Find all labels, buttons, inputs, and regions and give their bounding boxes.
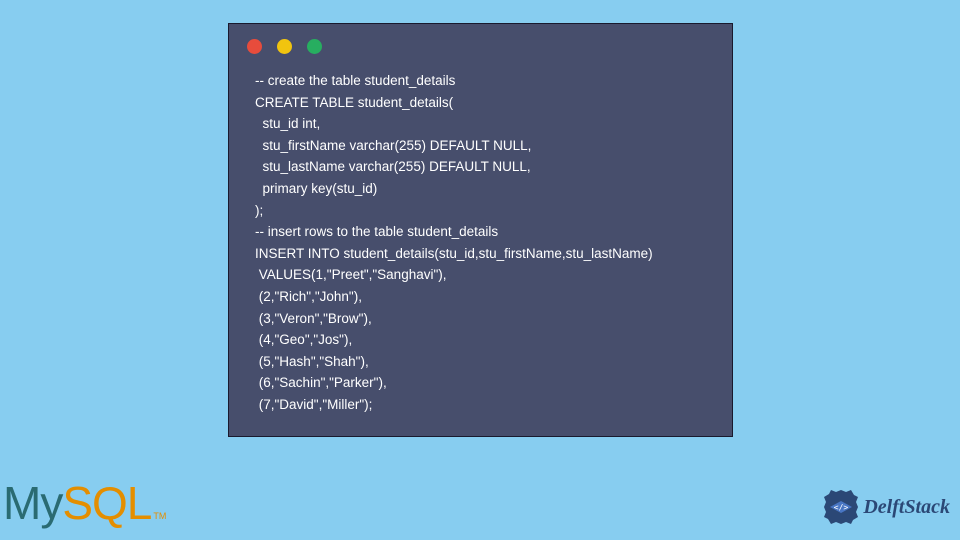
svg-text:</>: </>: [834, 503, 849, 512]
mysql-my-text: My: [3, 476, 62, 530]
window-controls: [229, 24, 732, 64]
delftstack-text: DelftStack: [863, 496, 950, 519]
mysql-sql-text: SQL: [62, 476, 151, 530]
delftstack-logo: </> DelftStack: [822, 488, 950, 526]
mysql-logo: MySQLTM: [3, 476, 166, 530]
mysql-tm-text: TM: [153, 511, 166, 521]
close-dot-icon: [247, 39, 262, 54]
delftstack-gear-icon: </>: [822, 488, 860, 526]
maximize-dot-icon: [307, 39, 322, 54]
code-content: -- create the table student_details CREA…: [229, 64, 732, 422]
minimize-dot-icon: [277, 39, 292, 54]
code-window: -- create the table student_details CREA…: [228, 23, 733, 437]
